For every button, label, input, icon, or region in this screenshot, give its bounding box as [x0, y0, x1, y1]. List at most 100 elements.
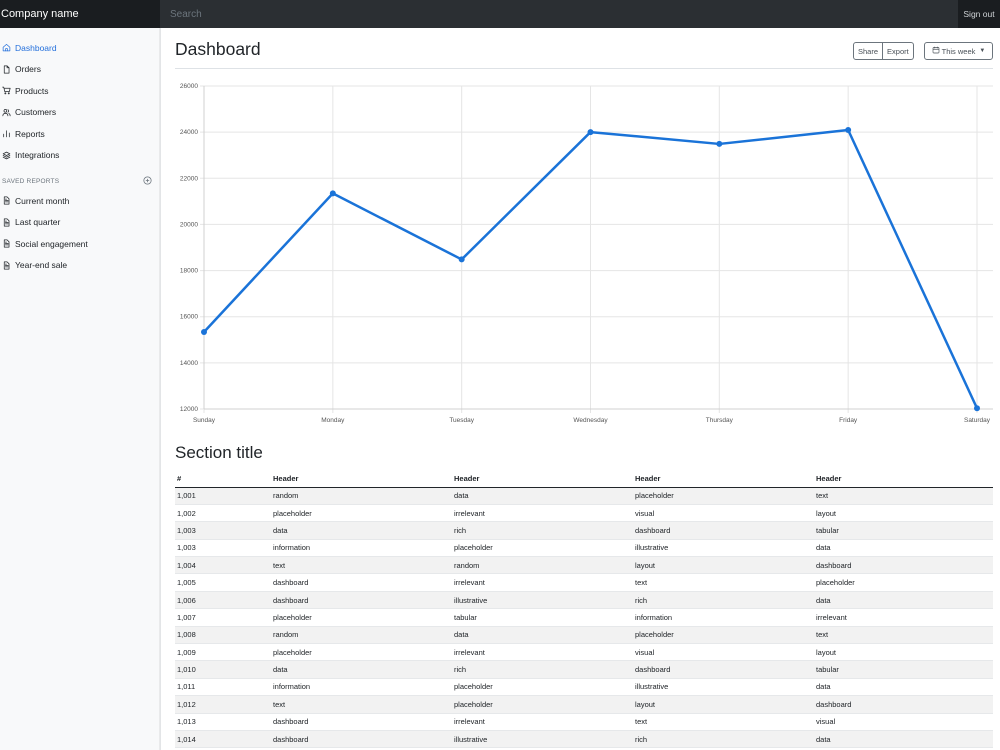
layers-icon [2, 150, 15, 161]
table-cell: 1,012 [175, 695, 271, 714]
home-icon [2, 42, 15, 53]
data-point [458, 256, 465, 263]
file-text-icon [2, 217, 15, 228]
table-cell: placeholder [452, 695, 633, 714]
table-cell: placeholder [633, 626, 814, 645]
table-cell: 1,002 [175, 504, 271, 523]
page-title: Dashboard [175, 39, 261, 59]
sidebar-item-orders[interactable]: Orders [0, 59, 160, 81]
saved-report-last-quarter[interactable]: Last quarter [0, 212, 160, 234]
table-cell: layout [814, 643, 993, 662]
period-label: This week [941, 46, 976, 56]
data-table-container: # Header Header Header Header 1,001 random dat… [175, 471, 993, 749]
table-cell: placeholder [271, 504, 452, 523]
file-text-icon [2, 195, 15, 206]
y-tick-label: 18000 [180, 268, 198, 275]
table-cell: text [271, 695, 452, 714]
table-cell: rich [452, 521, 633, 540]
column-header: Header [271, 471, 452, 488]
period-dropdown-button[interactable]: This week ▼ [924, 42, 993, 60]
table-cell: rich [633, 591, 814, 610]
table-cell: layout [814, 504, 993, 523]
column-header: # [175, 471, 271, 488]
sidebar-item-dashboard[interactable]: Dashboard [0, 37, 160, 59]
table-cell: irrelevant [452, 573, 633, 592]
table-cell: 1,003 [175, 521, 271, 540]
weekly-line-chart: 12000 14000 16000 18000 20000 22000 24000 26000… [180, 83, 993, 424]
table-cell: irrelevant [452, 643, 633, 662]
sidebar: Dashboard Orders Products Customers Reports I… [0, 28, 161, 750]
brand-link[interactable]: Company name [0, 0, 160, 28]
sidebar-item-label: Products [15, 85, 49, 96]
y-tick-label: 20000 [180, 221, 198, 228]
y-tick-label: 16000 [180, 314, 198, 321]
share-button[interactable]: Share [853, 42, 884, 60]
table-row: 1,009 placeholder irrelevant visual layout [175, 643, 993, 662]
table-cell: rich [452, 660, 633, 679]
sidebar-nav: Dashboard Orders Products Customers Reports I… [0, 28, 160, 166]
table-cell: data [452, 487, 633, 505]
toolbar-button-group: Share Export [853, 42, 914, 60]
sidebar-item-label: Customers [15, 107, 57, 118]
data-point [329, 190, 336, 197]
saved-report-social-engagement[interactable]: Social engagement [0, 233, 160, 255]
search-input[interactable]: Search [160, 0, 958, 28]
data-point [201, 328, 207, 335]
table-cell: dashboard [271, 591, 452, 610]
plus-circle-icon[interactable] [143, 175, 152, 187]
table-cell: placeholder [633, 487, 814, 505]
table-cell: irrelevant [452, 713, 633, 731]
column-header: Header [452, 471, 633, 488]
table-cell: text [633, 573, 814, 592]
table-cell: 1,006 [175, 591, 271, 610]
x-tick-label: Sunday [193, 417, 216, 424]
table-cell: 1,010 [175, 660, 271, 679]
sidebar-item-customers[interactable]: Customers [0, 102, 160, 124]
table-cell: illustrative [452, 591, 633, 610]
saved-report-current-month[interactable]: Current month [0, 190, 160, 212]
table-row: 1,003 information placeholder illustrative d… [175, 539, 993, 558]
caret-down-icon: ▼ [979, 48, 986, 54]
table-cell: text [633, 713, 814, 731]
table-cell: 1,004 [175, 556, 271, 575]
table-row: 1,002 placeholder irrelevant visual layout [175, 504, 993, 523]
table-cell: information [271, 678, 452, 697]
page-header: Dashboard Share Export This week ▼ [175, 28, 993, 69]
table-row: 1,011 information placeholder illustrative d… [175, 678, 993, 697]
saved-report-label: Last quarter [15, 217, 61, 228]
table-cell: 1,014 [175, 730, 271, 749]
table-row: 1,008 random data placeholder text [175, 626, 993, 645]
table-cell: tabular [452, 608, 633, 627]
table-row: 1,013 dashboard irrelevant text visual [175, 713, 993, 731]
saved-reports-heading: SAVED REPORTS [2, 177, 60, 185]
table-cell: 1,013 [175, 713, 271, 731]
y-tick-label: 12000 [180, 406, 198, 413]
sign-out-link[interactable]: Sign out [958, 0, 1000, 28]
table-cell: random [271, 487, 452, 505]
saved-report-year-end-sale[interactable]: Year-end sale [0, 255, 160, 277]
export-button[interactable]: Export [883, 42, 914, 60]
sidebar-item-products[interactable]: Products [0, 80, 160, 102]
table-cell: text [271, 556, 452, 575]
table-cell: irrelevant [814, 608, 993, 627]
table-cell: 1,008 [175, 626, 271, 645]
x-tick-label: Saturday [964, 417, 991, 424]
table-cell: visual [814, 713, 993, 731]
table-cell: 1,003 [175, 539, 271, 558]
table-cell: dashboard [271, 573, 452, 592]
table-row: 1,014 dashboard illustrative rich data [175, 730, 993, 749]
table-cell: illustrative [633, 678, 814, 697]
table-cell: data [814, 539, 993, 558]
sidebar-item-reports[interactable]: Reports [0, 123, 160, 145]
sidebar-item-label: Reports [15, 128, 45, 139]
sidebar-item-integrations[interactable]: Integrations [0, 145, 160, 167]
data-point [845, 127, 852, 134]
table-row: 1,006 dashboard illustrative rich data [175, 591, 993, 610]
table-cell: dashboard [814, 556, 993, 575]
main-content: Dashboard Share Export This week ▼ 12000… [175, 28, 993, 749]
table-cell: data [271, 660, 452, 679]
table-cell: tabular [814, 660, 993, 679]
table-cell: dashboard [271, 730, 452, 749]
table-cell: data [814, 591, 993, 610]
table-cell: placeholder [814, 573, 993, 592]
